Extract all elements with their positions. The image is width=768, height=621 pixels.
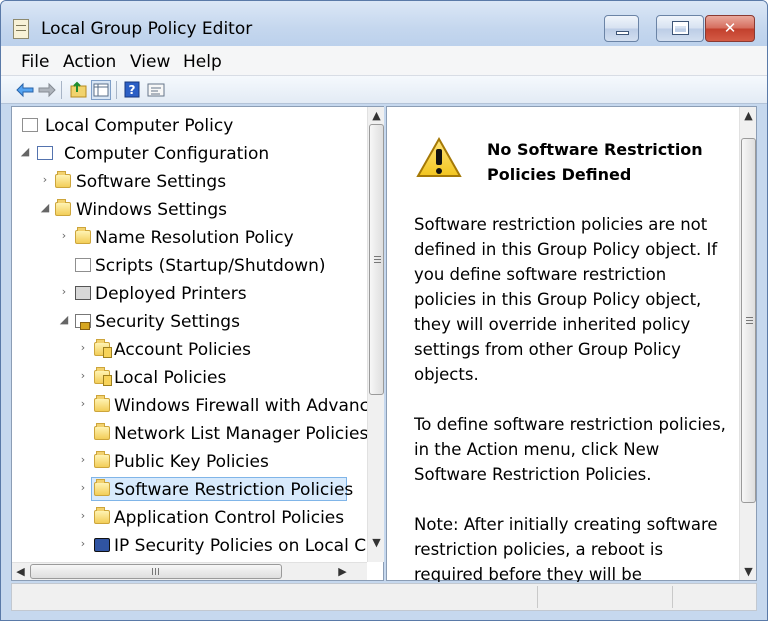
collapse-chevron-icon[interactable]: ◢ <box>39 201 51 215</box>
folder-icon <box>55 171 71 188</box>
expand-chevron-icon[interactable]: › <box>77 397 89 411</box>
scroll-up-arrow-icon[interactable]: ▲ <box>368 107 385 124</box>
expand-chevron-icon[interactable]: › <box>77 481 89 495</box>
tree-item-scripts-startup-shutdown[interactable]: Scripts (Startup/Shutdown) <box>58 253 343 277</box>
maximize-button[interactable] <box>656 15 704 42</box>
details-title: No Software Restriction Policies Defined <box>487 140 703 184</box>
show-hide-console-tree-icon[interactable] <box>91 80 111 100</box>
group-policy-editor-window: Local Group Policy Editor ✕ File Action … <box>0 0 768 621</box>
console-tree-pane[interactable]: Local Computer Policy ◢ Computer Configu… <box>11 106 384 581</box>
folder-icon <box>94 507 110 524</box>
security-settings-icon <box>75 314 91 330</box>
tree-item-public-key-policies[interactable]: › Public Key Policies <box>77 449 317 473</box>
expand-chevron-icon[interactable]: › <box>58 229 70 243</box>
policy-document-icon <box>22 118 38 132</box>
status-bar <box>11 583 757 611</box>
tree-item-security-settings[interactable]: ◢ Security Settings <box>58 309 308 333</box>
tree-item-computer-configuration[interactable]: ◢ Computer Configuration <box>19 141 299 165</box>
collapse-chevron-icon[interactable]: ◢ <box>58 313 70 327</box>
computer-icon <box>37 146 53 160</box>
collapse-chevron-icon[interactable]: ◢ <box>19 145 31 159</box>
tree-item-local-policies[interactable]: › Local Policies <box>77 365 317 389</box>
menu-file[interactable]: File <box>21 52 49 72</box>
toolbar-separator <box>61 81 62 99</box>
svg-text:?: ? <box>129 83 136 97</box>
details-vertical-scroll-thumb[interactable] <box>741 138 756 503</box>
tree-item-software-settings[interactable]: › Software Settings <box>39 169 269 193</box>
folder-icon <box>94 479 110 496</box>
details-pane[interactable]: No Software Restriction Policies Defined… <box>386 106 757 582</box>
close-button[interactable]: ✕ <box>705 15 755 42</box>
tree-item-network-list-manager-policies[interactable]: Network List Manager Policies <box>77 421 367 445</box>
folder-icon <box>75 227 91 244</box>
tree-item-ip-security-policies[interactable]: › IP Security Policies on Local Co <box>77 533 367 557</box>
policy-folder-icon <box>94 367 112 386</box>
script-icon <box>75 258 91 272</box>
folder-icon <box>94 395 110 412</box>
expand-chevron-icon[interactable]: › <box>39 173 51 187</box>
tree-item-local-computer-policy[interactable]: Local Computer Policy <box>19 113 269 137</box>
tree-item-account-policies[interactable]: › Account Policies <box>77 337 317 361</box>
tree-vertical-scrollbar[interactable]: ▲ ▼ <box>367 107 384 562</box>
menu-bar: File Action View Help <box>1 46 767 76</box>
tree-item-windows-firewall[interactable]: › Windows Firewall with Advance <box>77 393 367 417</box>
help-icon[interactable]: ? <box>123 80 143 100</box>
menu-action[interactable]: Action <box>63 52 116 72</box>
forward-arrow-icon[interactable] <box>37 80 57 100</box>
toolbar: ? <box>1 76 767 104</box>
policy-folder-icon <box>94 339 112 358</box>
expand-chevron-icon[interactable]: › <box>77 537 89 551</box>
maximize-icon <box>672 21 689 35</box>
status-separator <box>672 586 673 608</box>
scroll-left-arrow-icon[interactable]: ◀ <box>12 563 29 580</box>
menu-help[interactable]: Help <box>183 52 222 72</box>
back-arrow-icon[interactable] <box>15 80 35 100</box>
horizontal-scroll-grip-icon <box>152 568 153 575</box>
details-description: Software restriction policies are not de… <box>414 215 726 582</box>
expand-chevron-icon[interactable]: › <box>58 285 70 299</box>
scroll-up-arrow-icon[interactable]: ▲ <box>740 107 757 124</box>
expand-chevron-icon[interactable]: › <box>77 509 89 523</box>
scroll-grip-icon <box>374 256 381 257</box>
scroll-down-arrow-icon[interactable]: ▼ <box>740 563 757 580</box>
warning-icon <box>415 136 463 180</box>
expand-chevron-icon[interactable]: › <box>77 341 89 355</box>
tree-horizontal-scrollbar[interactable]: ◀ ▶ <box>12 562 367 580</box>
window-title: Local Group Policy Editor <box>41 19 253 39</box>
policy-editor-app-icon <box>13 19 29 39</box>
scroll-right-arrow-icon[interactable]: ▶ <box>334 563 351 580</box>
tree-vertical-scroll-thumb[interactable] <box>369 124 384 395</box>
details-vertical-scrollbar[interactable]: ▲ ▼ <box>739 107 756 580</box>
toolbar-separator <box>116 81 117 99</box>
folder-icon <box>55 199 71 216</box>
status-separator <box>537 586 538 608</box>
tree-item-name-resolution-policy[interactable]: › Name Resolution Policy <box>58 225 328 249</box>
scroll-down-arrow-icon[interactable]: ▼ <box>368 534 385 551</box>
minimize-button[interactable] <box>604 15 639 42</box>
up-folder-icon[interactable] <box>69 80 89 100</box>
printer-icon <box>75 286 91 300</box>
tree-item-software-restriction-policies[interactable]: › Software Restriction Policies <box>77 477 353 501</box>
scroll-grip-icon <box>746 317 753 318</box>
tree-item-deployed-printers[interactable]: › Deployed Printers <box>58 281 308 305</box>
folder-icon <box>94 451 110 468</box>
tree-horizontal-scroll-thumb[interactable] <box>30 564 282 579</box>
expand-chevron-icon[interactable]: › <box>77 453 89 467</box>
close-icon: ✕ <box>723 19 737 37</box>
ip-security-icon <box>94 538 110 552</box>
minimize-icon <box>616 31 629 35</box>
tree-item-windows-settings[interactable]: ◢ Windows Settings <box>39 197 279 221</box>
title-bar[interactable]: Local Group Policy Editor ✕ <box>1 1 767 46</box>
expand-chevron-icon[interactable]: › <box>77 369 89 383</box>
tree-item-application-control-policies[interactable]: › Application Control Policies <box>77 505 347 529</box>
menu-view[interactable]: View <box>130 52 170 72</box>
properties-icon[interactable] <box>146 80 166 100</box>
folder-icon <box>94 423 110 440</box>
